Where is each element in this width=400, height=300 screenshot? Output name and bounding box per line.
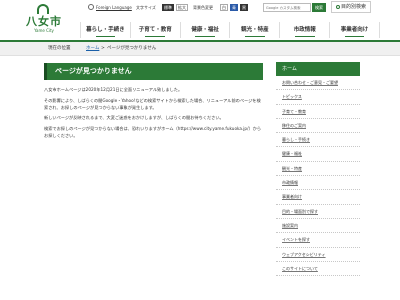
side-nav-item-label: 目的・場面別で探す [282,208,318,214]
side-nav-item-label: 暮らし・手続き [282,137,310,143]
side-nav-item-living[interactable]: 暮らし・手続き [276,133,360,148]
side-nav-item-label: 観光・特産 [282,165,302,171]
side-nav-item-health[interactable]: 健康・福祉 [276,147,360,162]
nav-item-health[interactable]: 健康・福祉 [179,22,230,38]
side-nav-item-label: トピックス [282,94,302,100]
font-size-label: 文字サイズ [136,5,156,10]
purpose-search-button[interactable]: 目的別検索 [331,1,371,13]
language-link[interactable]: Foreign Language [96,2,132,14]
content-paragraph: 新しいページが反映されるまで、大変ご迷惑をおかけしますが、しばらくの間お待ちくだ… [44,115,224,121]
side-nav-item-city-info[interactable]: 市政情報 [276,176,360,191]
breadcrumb-label: 現在の位置 [48,46,71,51]
color-black-button[interactable]: 黒 [240,4,248,11]
globe-icon [88,4,94,10]
breadcrumb-separator: > [101,46,105,51]
side-nav-item-facilities[interactable]: 施設案内 [276,219,360,234]
side-nav-item-label: ウェブアクセシビリティ [282,251,326,257]
color-blue-button[interactable]: 青 [230,4,238,11]
page-title: ページが見つかりません [44,63,263,80]
side-nav-item-label: このサイトについて [282,265,318,271]
side-nav-item-tourism[interactable]: 観光・特産 [276,162,360,177]
breadcrumb-home-link[interactable]: ホーム [86,45,99,53]
side-nav-item-about[interactable]: このサイトについて [276,262,360,277]
main-content: 八女市ホームページは2020年12月21日に全面リニューアル致しました。 その影… [44,87,263,144]
nav-item-city-info[interactable]: 市政情報 [279,22,329,38]
font-size-standard-button[interactable]: 標準 [162,4,174,11]
side-nav-item-accessibility[interactable]: ウェブアクセシビリティ [276,248,360,262]
content-paragraph: その影響により、しばらくの間Google・Yahoo!などの検索サイトから検索し… [44,97,261,110]
side-nav-item-label: 移住のご案内 [282,122,306,128]
side-nav: ホーム お問い合わせ・ご意見・ご要望 トピックス 子育て・教育 移住のご案内 暮… [276,62,360,300]
side-nav-item-label: 健康・福祉 [282,151,302,157]
side-nav-home-link[interactable]: ホーム [276,62,360,76]
color-white-button[interactable]: 白 [220,4,228,11]
content-paragraph: 八女市ホームページは2020年12月21日に全面リニューアル致しました。 [44,87,183,92]
breadcrumb-current: ページが見つかりません [107,46,157,51]
side-nav-item-events[interactable]: イベントを探す [276,233,360,248]
logo-text: 八女市 [26,15,62,28]
site-logo[interactable]: 八女市 Yame City [24,3,64,37]
side-nav-item-purpose[interactable]: 目的・場面別で探す [276,205,360,219]
background-color-label: 背景色変更 [193,5,213,10]
side-nav-item-relocation[interactable]: 移住のご案内 [276,119,360,134]
side-nav-item-childcare[interactable]: 子育て・教育 [276,105,360,119]
side-nav-item-label: 施設案内 [282,222,298,228]
nav-item-living[interactable]: 暮らし・手続き [80,22,130,38]
side-nav-item-contact[interactable]: お問い合わせ・ご意見・ご要望 [276,76,360,91]
breadcrumb: 現在の位置 ホーム > ページが見つかりません [0,42,400,56]
search-icon [335,4,340,9]
side-nav-item-label: お問い合わせ・ご意見・ご要望 [282,80,338,85]
search-input[interactable] [263,3,311,12]
purpose-search-label: 目的別検索 [340,4,366,10]
side-nav-item-label: 子育て・教育 [282,108,306,114]
font-size-large-button[interactable]: 拡大 [176,4,188,11]
side-nav-item-business[interactable]: 事業者向け [276,190,360,205]
nav-item-business[interactable]: 事業者向け [329,22,380,38]
side-nav-item-topics[interactable]: トピックス [276,90,360,105]
global-nav: 暮らし・手続き 子育て・教育 健康・福祉 観光・特産 市政情報 事業者向け [80,22,380,38]
side-nav-item-label: イベントを探す [282,237,310,243]
nav-item-tourism[interactable]: 観光・特産 [229,22,279,38]
side-nav-item-label: 市政情報 [282,180,298,186]
side-nav-item-label: 事業者向け [282,194,302,200]
nav-item-childcare[interactable]: 子育て・教育 [129,22,180,38]
site-header: 八女市 Yame City Foreign Language 文字サイズ 標準 … [0,0,400,40]
logo-subtitle: Yame City [34,28,54,33]
content-paragraph: 検索でお探しのページが見つからない場合は、恐れいりますがホーム（https://… [44,126,262,138]
search-button[interactable]: 検索 [312,3,326,12]
